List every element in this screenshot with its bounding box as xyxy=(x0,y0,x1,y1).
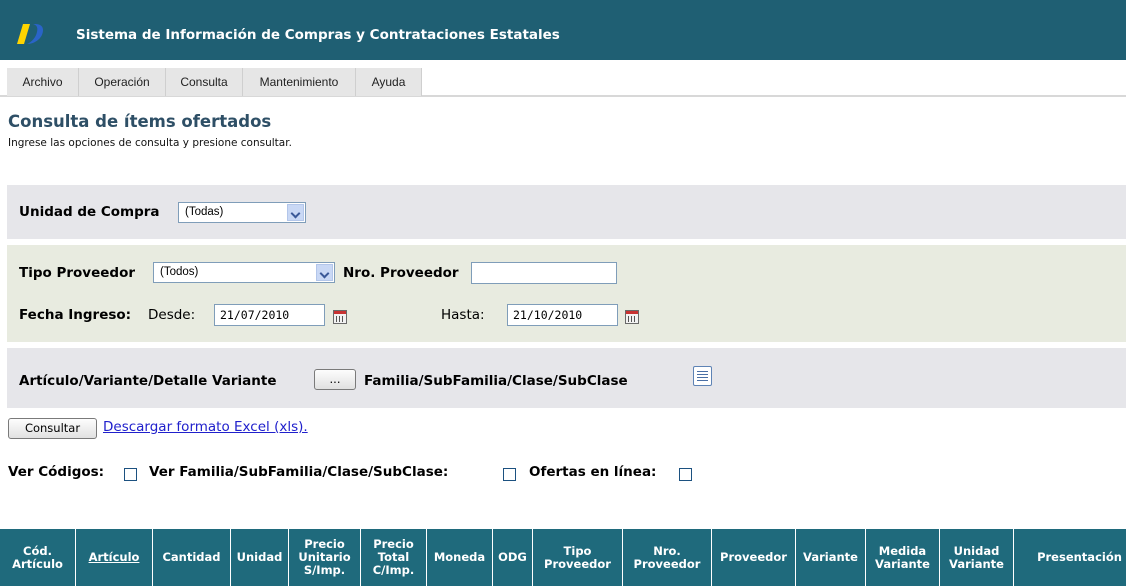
tipo-proveedor-label: Tipo Proveedor xyxy=(19,265,136,281)
column-header: Cantidad xyxy=(153,529,231,586)
familia-label: Familia/SubFamilia/Clase/SubClase xyxy=(364,373,628,389)
results-table-header: Cód. Artículo Artículo Cantidad Unidad P… xyxy=(0,529,1126,586)
column-header: Variante xyxy=(796,529,866,586)
column-header: Unidad Variante xyxy=(940,529,1014,586)
list-icon[interactable] xyxy=(693,366,712,386)
chevron-down-icon[interactable] xyxy=(316,264,333,281)
articulo-picker-button[interactable]: ... xyxy=(314,369,356,390)
desde-label: Desde: xyxy=(148,307,196,323)
column-header: Proveedor xyxy=(712,529,796,586)
page-subtitle: Ingrese las opciones de consulta y presi… xyxy=(8,137,292,149)
column-header: Nro. Proveedor xyxy=(623,529,712,586)
tipo-proveedor-value: (Todos) xyxy=(160,266,199,278)
column-header: ODG xyxy=(493,529,533,586)
ver-familia-label: Ver Familia/SubFamilia/Clase/SubClase: xyxy=(149,464,449,480)
unidad-compra-value: (Todas) xyxy=(185,206,224,218)
tipo-proveedor-select[interactable]: (Todos) xyxy=(153,262,335,283)
desde-date-input[interactable]: 21/07/2010 xyxy=(214,304,325,326)
column-header: Moneda xyxy=(427,529,493,586)
chevron-down-icon[interactable] xyxy=(287,204,304,221)
nro-proveedor-label: Nro. Proveedor xyxy=(343,265,459,281)
excel-download-link[interactable]: Descargar formato Excel (xls). xyxy=(103,419,308,435)
fecha-ingreso-label: Fecha Ingreso: xyxy=(19,307,132,323)
column-header: Precio Total C/Imp. xyxy=(361,529,427,586)
menu-item-consulta[interactable]: Consulta xyxy=(166,68,243,96)
hasta-label: Hasta: xyxy=(441,307,485,323)
unidad-compra-panel: Unidad de Compra (Todas) xyxy=(7,185,1126,239)
nro-proveedor-input[interactable] xyxy=(471,262,617,284)
unidad-compra-label: Unidad de Compra xyxy=(19,204,160,220)
articulo-panel: Artículo/Variante/Detalle Variante ... F… xyxy=(7,348,1126,408)
column-header: Cód. Artículo xyxy=(0,529,76,586)
ofertas-linea-label: Ofertas en línea: xyxy=(529,464,657,480)
calendar-icon[interactable] xyxy=(333,310,347,324)
unidad-compra-select[interactable]: (Todas) xyxy=(178,202,306,223)
articulo-label: Artículo/Variante/Detalle Variante xyxy=(19,373,277,389)
consultar-button[interactable]: Consultar xyxy=(8,418,97,439)
ver-familia-checkbox[interactable] xyxy=(503,468,516,481)
ver-codigos-checkbox[interactable] xyxy=(124,468,137,481)
page-title: Consulta de ítems ofertados xyxy=(8,112,272,131)
column-header-sortable[interactable]: Artículo xyxy=(76,529,153,586)
menu-item-operacion[interactable]: Operación xyxy=(79,68,166,96)
menu-item-ayuda[interactable]: Ayuda xyxy=(356,68,422,96)
app-logo-icon xyxy=(17,24,43,44)
app-title: Sistema de Información de Compras y Cont… xyxy=(76,27,560,43)
app-header: Sistema de Información de Compras y Cont… xyxy=(0,0,1126,60)
menu-bar: Archivo Operación Consulta Mantenimiento… xyxy=(0,68,1126,97)
calendar-icon[interactable] xyxy=(625,310,639,324)
column-header: Unidad xyxy=(231,529,289,586)
column-header: Medida Variante xyxy=(866,529,940,586)
column-header: Tipo Proveedor xyxy=(533,529,623,586)
hasta-date-input[interactable]: 21/10/2010 xyxy=(507,304,618,326)
column-header: Precio Unitario S/Imp. xyxy=(289,529,361,586)
menu-item-mantenimiento[interactable]: Mantenimiento xyxy=(243,68,356,96)
menu-item-archivo[interactable]: Archivo xyxy=(7,68,79,96)
ofertas-linea-checkbox[interactable] xyxy=(679,468,692,481)
proveedor-panel: Tipo Proveedor (Todos) Nro. Proveedor Fe… xyxy=(7,245,1126,342)
ver-codigos-label: Ver Códigos: xyxy=(8,464,105,480)
column-header: Presentación xyxy=(1014,529,1126,586)
